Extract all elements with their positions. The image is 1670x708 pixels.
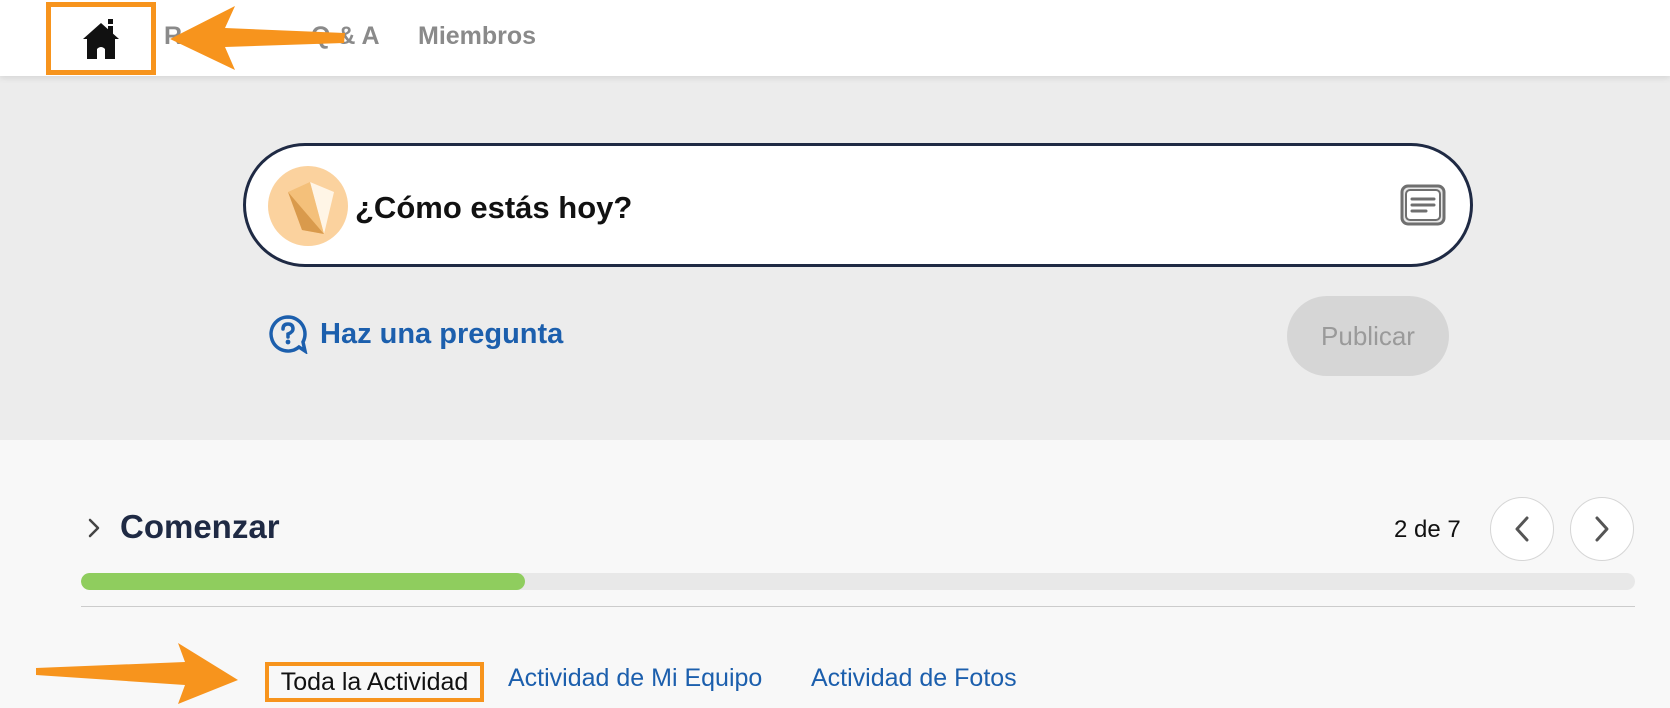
publish-button[interactable]: Publicar [1287, 296, 1449, 376]
progress-fill [81, 573, 526, 590]
avatar-icon [268, 166, 348, 246]
composer-prompt: ¿Cómo estás hoy? [355, 190, 633, 225]
tab-all-activity[interactable]: Toda la Actividad [265, 662, 484, 702]
composer-section: ¿Cómo estás hoy? Haz una pregunta Public… [0, 76, 1670, 440]
divider [81, 606, 1635, 607]
top-navigation: Recursos Q & A Miembros [0, 0, 1670, 76]
step-counter: 2 de 7 [1394, 516, 1461, 543]
home-button[interactable] [46, 2, 156, 75]
next-button[interactable] [1570, 497, 1634, 561]
section-title[interactable]: Comenzar [120, 508, 280, 546]
previous-button[interactable] [1490, 497, 1554, 561]
ask-question-link[interactable]: Haz una pregunta [268, 314, 563, 354]
progress-bar [81, 573, 1635, 590]
nav-link-miembros[interactable]: Miembros [418, 22, 536, 51]
nav-link-recursos[interactable]: Recursos [164, 22, 278, 51]
chevron-left-icon [1515, 516, 1529, 542]
tab-photo-activity[interactable]: Actividad de Fotos [811, 664, 1017, 693]
chevron-right-icon[interactable] [86, 516, 102, 540]
tab-team-activity[interactable]: Actividad de Mi Equipo [508, 664, 762, 693]
note-icon[interactable] [1398, 182, 1448, 228]
home-icon [83, 18, 119, 59]
question-bubble-icon [269, 315, 308, 354]
chevron-right-icon [1595, 516, 1609, 542]
ask-question-label: Haz una pregunta [320, 317, 564, 350]
post-composer[interactable]: ¿Cómo estás hoy? [243, 143, 1473, 267]
nav-link-qa[interactable]: Q & A [311, 22, 380, 51]
orange-arrow-icon [36, 643, 238, 704]
